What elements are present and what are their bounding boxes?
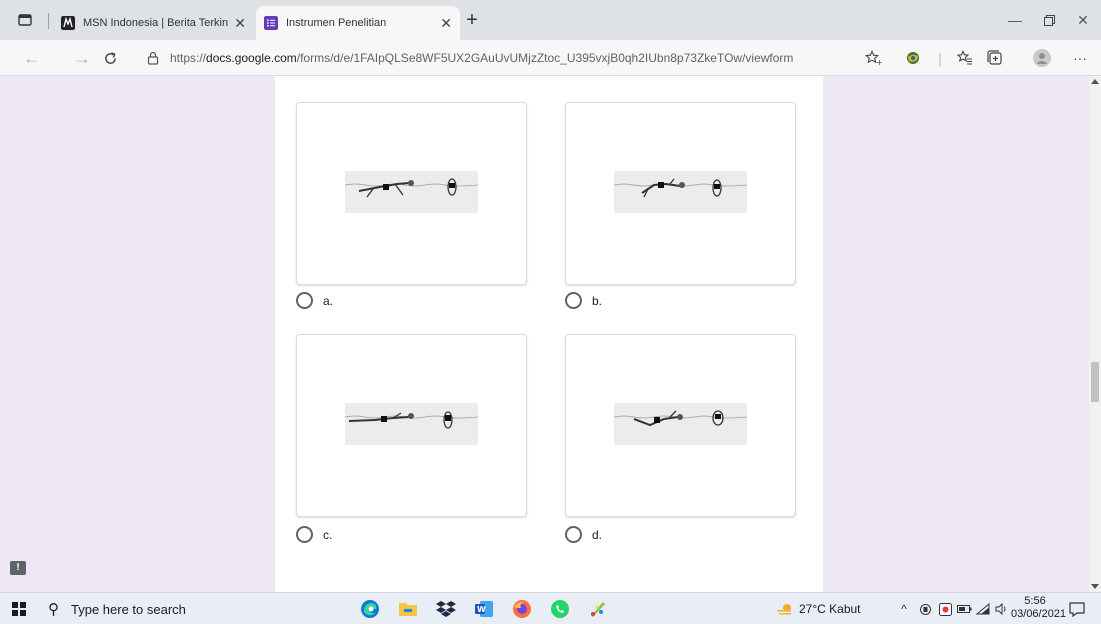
paint-icon[interactable] <box>588 599 608 619</box>
forward-icon[interactable]: → <box>70 46 94 70</box>
dropbox-icon[interactable] <box>436 599 456 619</box>
google-forms-icon <box>264 16 278 30</box>
minimize-icon[interactable]: — <box>1000 8 1030 32</box>
search-icon: ⚲ <box>48 601 59 618</box>
edge-icon[interactable] <box>360 599 380 619</box>
option-b-label: b. <box>592 293 603 308</box>
option-c-image <box>296 334 527 517</box>
extension-icon[interactable] <box>903 48 923 68</box>
swimming-stroke-a <box>345 171 478 213</box>
weather-hazy-icon <box>777 604 791 615</box>
clock-time: 5:56 <box>1024 595 1046 607</box>
back-icon[interactable]: ← <box>20 46 44 70</box>
option-d[interactable]: d. <box>565 526 602 543</box>
profile-avatar-icon[interactable] <box>1032 48 1052 68</box>
show-hidden-icons-icon[interactable]: ^ <box>896 601 912 617</box>
search-placeholder: Type here to search <box>71 601 186 617</box>
page-scrollbar[interactable] <box>1089 76 1101 592</box>
next-question-card <box>275 581 823 592</box>
tab-msn[interactable]: MSN Indonesia | Berita Terkini H ✕ <box>53 6 254 40</box>
browser-tab-strip: MSN Indonesia | Berita Terkini H ✕ Instr… <box>0 0 1101 40</box>
option-a-image <box>296 102 527 285</box>
swimming-stroke-d <box>614 403 747 445</box>
report-feedback-icon[interactable]: ! <box>10 561 26 575</box>
tab-title: MSN Indonesia | Berita Terkini H <box>83 17 229 29</box>
tab-separator <box>48 13 49 29</box>
favorites-icon[interactable] <box>955 48 975 68</box>
windows-start-icon[interactable] <box>12 602 26 616</box>
tab-instrumen-penelitian[interactable]: Instrumen Penelitian ✕ <box>256 6 460 40</box>
whatsapp-icon[interactable] <box>550 599 570 619</box>
network-drive-icon[interactable] <box>917 601 933 617</box>
msn-icon <box>61 16 75 30</box>
swimming-stroke-c <box>345 403 478 445</box>
radio-button-d[interactable] <box>565 526 582 543</box>
more-options-icon[interactable]: ··· <box>1070 48 1090 68</box>
tab-title: Instrumen Penelitian <box>286 17 387 29</box>
toolbar-divider: | <box>938 50 942 66</box>
option-c[interactable]: c. <box>296 526 332 543</box>
option-d-label: d. <box>592 527 603 542</box>
radio-button-a[interactable] <box>296 292 313 309</box>
onscreen-app-icon[interactable] <box>937 601 953 617</box>
option-b[interactable]: b. <box>565 292 602 309</box>
restore-icon[interactable] <box>1034 8 1064 32</box>
option-b-image <box>565 102 796 285</box>
url-path: /forms/d/e/1FAIpQLSe8WF5UX2GAuUvUMjzZtoc… <box>296 51 794 65</box>
question-card: a. b. c. d. <box>275 76 823 592</box>
wifi-icon[interactable] <box>975 601 991 617</box>
battery-icon[interactable] <box>956 601 972 617</box>
address-bar[interactable]: https://docs.google.com/forms/d/e/1FAIpQ… <box>136 45 904 71</box>
close-tab-icon[interactable]: ✕ <box>234 15 246 32</box>
scroll-down-icon[interactable] <box>1091 584 1099 589</box>
clock-date: 03/06/2021 <box>1011 608 1067 620</box>
option-a-label: a. <box>323 293 334 308</box>
taskbar-search[interactable]: ⚲ Type here to search <box>48 593 338 624</box>
refresh-icon[interactable] <box>98 46 122 70</box>
option-a[interactable]: a. <box>296 292 333 309</box>
firefox-icon[interactable] <box>512 599 532 619</box>
swimming-stroke-b <box>614 171 747 213</box>
scroll-up-icon[interactable] <box>1091 79 1099 84</box>
option-c-label: c. <box>323 527 333 542</box>
url-domain: docs.google.com <box>206 51 297 65</box>
system-clock[interactable]: 5:56 03/06/2021 <box>1011 595 1067 621</box>
notifications-icon[interactable] <box>1068 601 1086 617</box>
tab-actions-icon[interactable] <box>12 9 38 31</box>
lock-icon[interactable] <box>146 51 160 65</box>
word-icon[interactable]: W <box>474 599 494 619</box>
form-page: a. b. c. d. ! <box>0 76 1089 592</box>
radio-button-c[interactable] <box>296 526 313 543</box>
file-explorer-icon[interactable] <box>398 599 418 619</box>
weather-widget[interactable]: 27°C Kabut <box>777 593 861 624</box>
close-window-icon[interactable]: ✕ <box>1068 8 1098 32</box>
svg-text:W: W <box>477 605 486 614</box>
close-tab-icon[interactable]: ✕ <box>440 15 452 32</box>
url-prefix: https:// <box>170 51 207 65</box>
option-d-image <box>565 334 796 517</box>
weather-text: 27°C Kabut <box>799 602 861 616</box>
new-tab-icon[interactable]: + <box>460 10 484 32</box>
windows-taskbar: ⚲ Type here to search W 27°C Kabut ^ 5:5… <box>0 592 1101 624</box>
collections-icon[interactable] <box>985 48 1005 68</box>
scroll-thumb[interactable] <box>1091 362 1099 402</box>
add-favorite-icon[interactable]: + <box>864 48 884 68</box>
radio-button-b[interactable] <box>565 292 582 309</box>
svg-text:+: + <box>876 58 883 66</box>
browser-toolbar: ← → https://docs.google.com/forms/d/e/1F… <box>0 40 1101 76</box>
volume-icon[interactable] <box>994 601 1010 617</box>
